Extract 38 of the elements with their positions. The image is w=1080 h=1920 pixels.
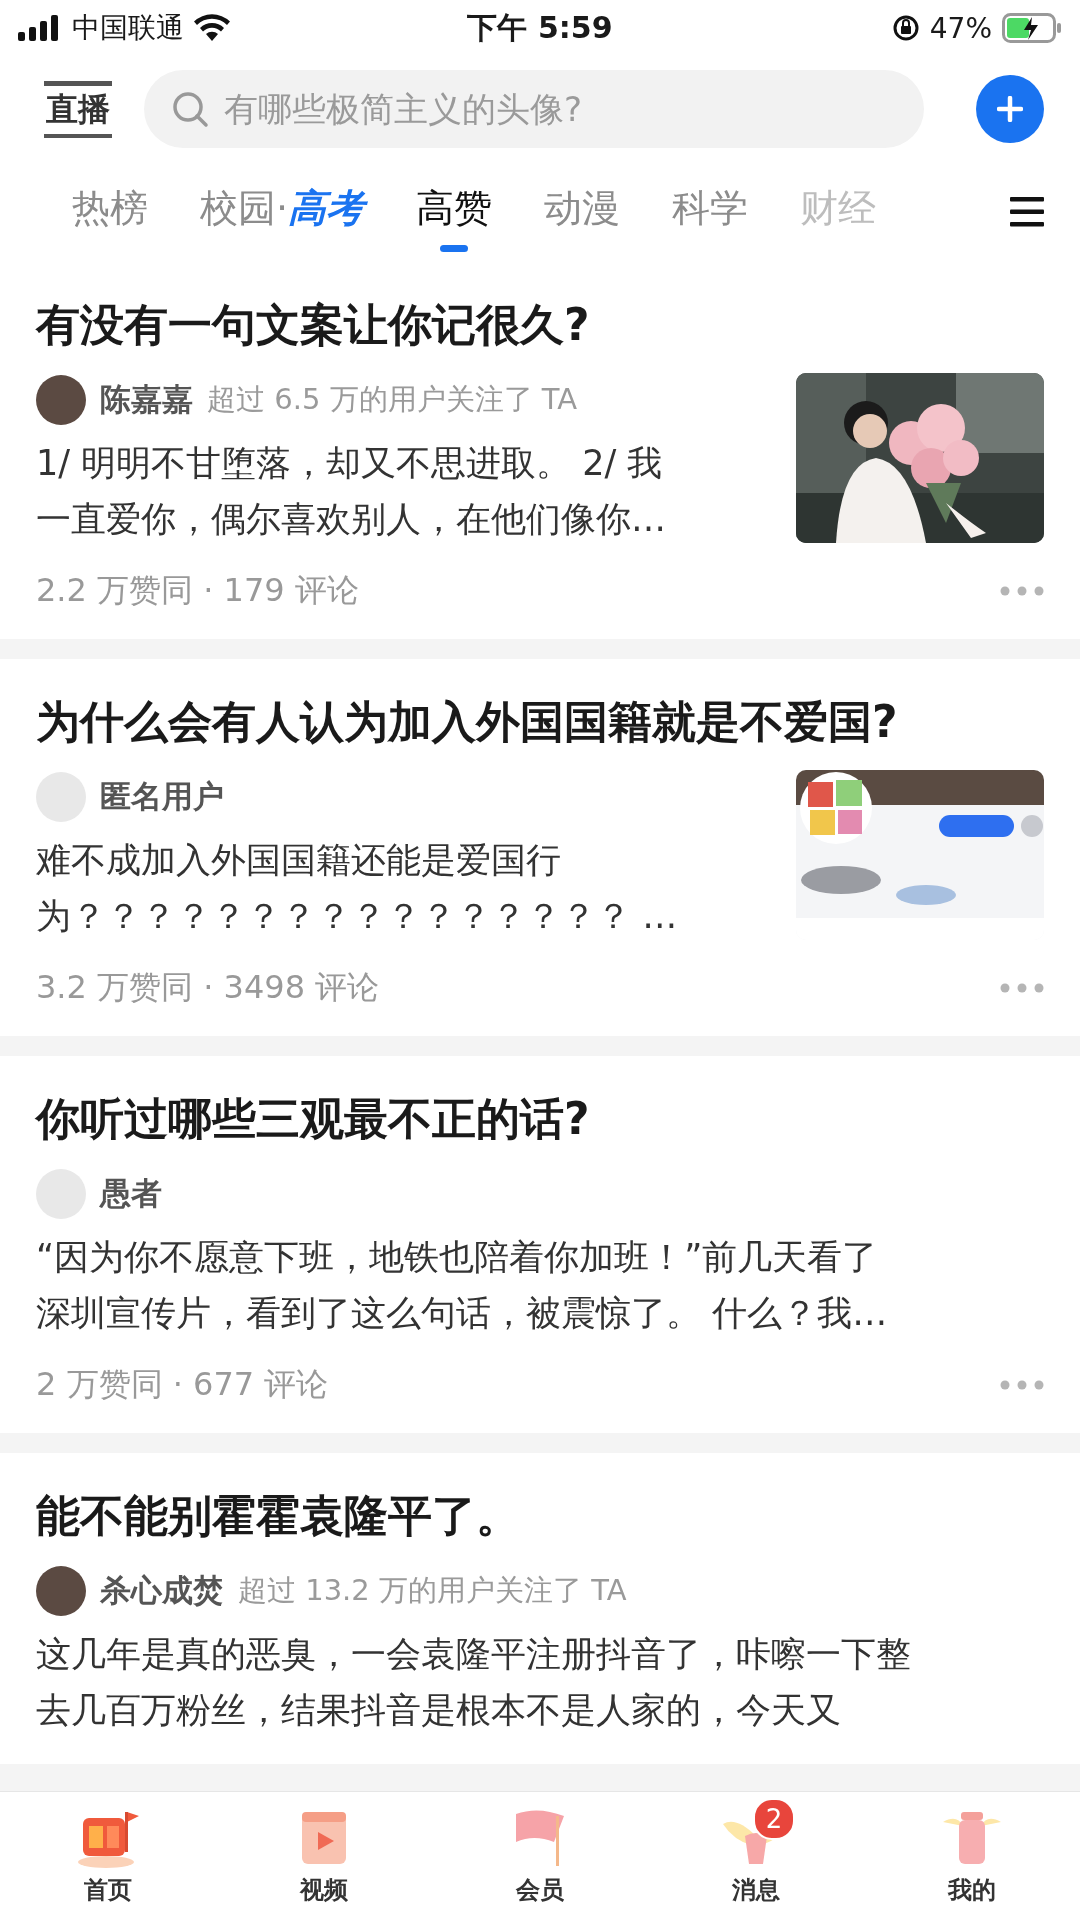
more-icon[interactable] xyxy=(1000,983,1044,993)
nav-tab[interactable]: 2 消息 xyxy=(648,1792,864,1920)
live-button[interactable]: 直播 xyxy=(44,80,112,138)
answer-stats: 3.2 万赞同 · 3498 评论 xyxy=(36,967,380,1008)
more-icon[interactable] xyxy=(1000,586,1044,596)
author-name[interactable]: 杀心成焚 xyxy=(100,1570,224,1612)
menu-icon[interactable] xyxy=(1010,197,1044,227)
notification-badge: 2 xyxy=(753,1798,795,1840)
nav-tab[interactable]: 会员 xyxy=(432,1792,648,1920)
question-title[interactable]: 有没有一句文案让你记很久? xyxy=(36,296,1044,355)
answer-excerpt[interactable]: “因为你不愿意下班，地铁也陪着你加班！”前几天看了 深圳宣传片，看到了这么句话，被震惊了。 什么？我… xyxy=(36,1229,1044,1341)
carrier-name: 中国联通 xyxy=(72,10,184,46)
author-name[interactable]: 匿名用户 xyxy=(100,776,224,818)
nav-tab[interactable]: 我的 xyxy=(864,1792,1080,1920)
clock-time: 下午 5:59 xyxy=(467,8,613,47)
search-icon xyxy=(170,89,210,129)
wifi-icon xyxy=(194,14,230,42)
battery-icon xyxy=(1002,13,1062,43)
answer-excerpt[interactable]: 难不成加入外国国籍还能是爱国行 为？？？？？？？？？？？？？？？？ … xyxy=(36,832,770,944)
author-name[interactable]: 陈嘉嘉 xyxy=(100,379,193,421)
category-tab[interactable]: 高赞 xyxy=(416,172,493,252)
author-name[interactable]: 愚者 xyxy=(100,1173,162,1215)
question-title[interactable]: 能不能别霍霍袁隆平了。 xyxy=(36,1487,1044,1546)
battery-percent: 47% xyxy=(929,11,992,45)
answer-stats: 2.2 万赞同 · 179 评论 xyxy=(36,570,359,611)
search-field[interactable]: 有哪些极简主义的头像? xyxy=(144,70,924,148)
answer-excerpt[interactable]: 这几年是真的恶臭，一会袁隆平注册抖音了，咔嚓一下整 去几百万粉丝，结果抖音是根本不是人家的，今天又 xyxy=(36,1626,1044,1738)
answer-excerpt[interactable]: 1/ 明明不甘堕落，却又不思进取。 2/ 我 一直爱你，偶尔喜欢别人，在他们像你… xyxy=(36,435,770,547)
plus-icon xyxy=(997,96,1023,122)
nav-tab[interactable]: 首页 xyxy=(0,1792,216,1920)
follower-note: 超过 6.5 万的用户关注了 TA xyxy=(207,381,578,418)
question-title[interactable]: 你听过哪些三观最不正的话? xyxy=(36,1090,1044,1149)
nav-tab[interactable]: 视频 xyxy=(216,1792,432,1920)
follower-note: 超过 13.2 万的用户关注了 TA xyxy=(238,1572,627,1609)
question-title[interactable]: 为什么会有人认为加入外国国籍就是不爱国? xyxy=(36,693,1044,752)
more-icon[interactable] xyxy=(1000,1380,1044,1390)
answer-stats: 2 万赞同 · 677 评论 xyxy=(36,1364,329,1405)
rotation-lock-icon xyxy=(891,14,920,42)
